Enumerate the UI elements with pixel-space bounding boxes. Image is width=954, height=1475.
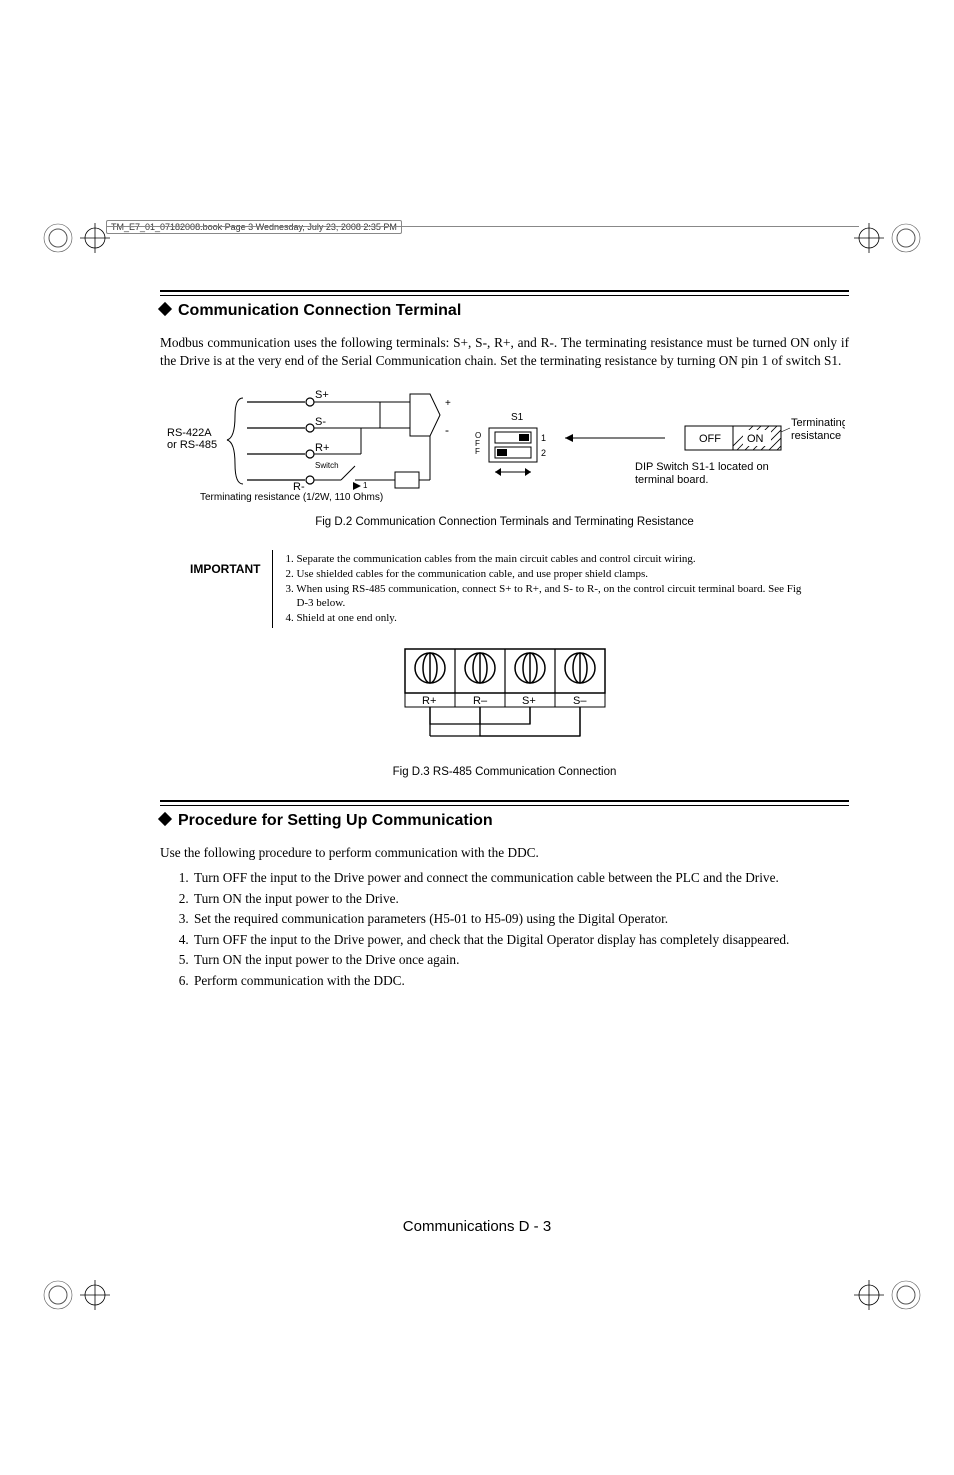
svg-text:S-: S- xyxy=(315,416,326,428)
svg-text:S–: S– xyxy=(573,695,587,707)
figure-d2: RS-422A or RS-485 S+ S- R+ R- xyxy=(160,386,849,528)
section1-paragraph: Modbus communication uses the following … xyxy=(160,334,849,370)
print-header-rule xyxy=(106,226,859,227)
list-item: Turn ON the input power to the Drive onc… xyxy=(192,950,849,971)
svg-text:Terminating: Terminating xyxy=(791,417,845,429)
registration-mark-bottom-right-icon xyxy=(854,1275,924,1315)
svg-text:S+: S+ xyxy=(315,389,329,401)
registration-mark-top-right-icon xyxy=(854,218,924,258)
page-footer: Communications D - 3 xyxy=(0,1218,954,1235)
svg-text:R+: R+ xyxy=(315,442,329,454)
svg-text:Terminating resistance (1/2W,: Terminating resistance (1/2W, 110 Ohms) xyxy=(200,492,383,503)
svg-text:1: 1 xyxy=(363,481,368,490)
svg-text:ON: ON xyxy=(747,433,764,445)
svg-text:resistance: resistance xyxy=(791,430,841,442)
section-rule xyxy=(160,800,849,806)
section2-intro: Use the following procedure to perform c… xyxy=(160,844,849,862)
registration-mark-bottom-left-icon xyxy=(40,1275,110,1315)
section-heading-procedure: Procedure for Setting Up Communication xyxy=(160,812,849,830)
important-label: IMPORTANT xyxy=(190,550,260,628)
svg-text:OFF: OFF xyxy=(699,433,721,445)
svg-text:or RS-485: or RS-485 xyxy=(167,439,217,451)
figure-d3-caption: Fig D.3 RS-485 Communication Connection xyxy=(160,766,849,778)
important-notes: 1. Separate the communication cables fro… xyxy=(285,550,801,628)
figure-d2-svg: RS-422A or RS-485 S+ S- R+ R- xyxy=(165,386,845,506)
figure-d3: R+ R– S+ S– xyxy=(160,646,849,778)
svg-text:DIP Switch S1-1 located on: DIP Switch S1-1 located on xyxy=(635,461,769,473)
svg-text:-: - xyxy=(445,423,449,437)
list-item: Set the required communication parameter… xyxy=(192,909,849,930)
important-block: IMPORTANT 1. Separate the communication … xyxy=(190,550,819,628)
diamond-icon xyxy=(158,812,172,826)
list-item: Turn OFF the input to the Drive power an… xyxy=(192,868,849,889)
registration-mark-top-left-icon xyxy=(40,218,110,258)
section-rule xyxy=(160,290,849,296)
list-item: Turn ON the input power to the Drive. xyxy=(192,889,849,910)
svg-text:F: F xyxy=(475,447,480,456)
svg-text:RS-422A: RS-422A xyxy=(167,427,212,439)
section-heading-connection: Communication Connection Terminal xyxy=(160,302,849,320)
list-item: Perform communication with the DDC. xyxy=(192,971,849,992)
svg-text:Switch: Switch xyxy=(315,461,339,470)
svg-text:2: 2 xyxy=(541,448,546,458)
svg-text:R+: R+ xyxy=(422,695,436,707)
figure-d2-caption: Fig D.2 Communication Connection Termina… xyxy=(160,516,849,528)
diamond-icon xyxy=(158,302,172,316)
list-item: Turn OFF the input to the Drive power, a… xyxy=(192,930,849,951)
svg-text:S1: S1 xyxy=(511,412,524,423)
svg-text:terminal board.: terminal board. xyxy=(635,474,708,486)
figure-d3-svg: R+ R– S+ S– xyxy=(400,646,610,756)
print-header: TM_E7_01_07182008.book Page 3 Wednesday,… xyxy=(106,222,402,232)
procedure-list: Turn OFF the input to the Drive power an… xyxy=(160,868,849,992)
important-divider xyxy=(272,550,273,628)
svg-text:S+: S+ xyxy=(522,695,536,707)
svg-text:R–: R– xyxy=(473,695,488,707)
svg-text:+: + xyxy=(445,398,451,409)
svg-text:1: 1 xyxy=(541,433,546,443)
